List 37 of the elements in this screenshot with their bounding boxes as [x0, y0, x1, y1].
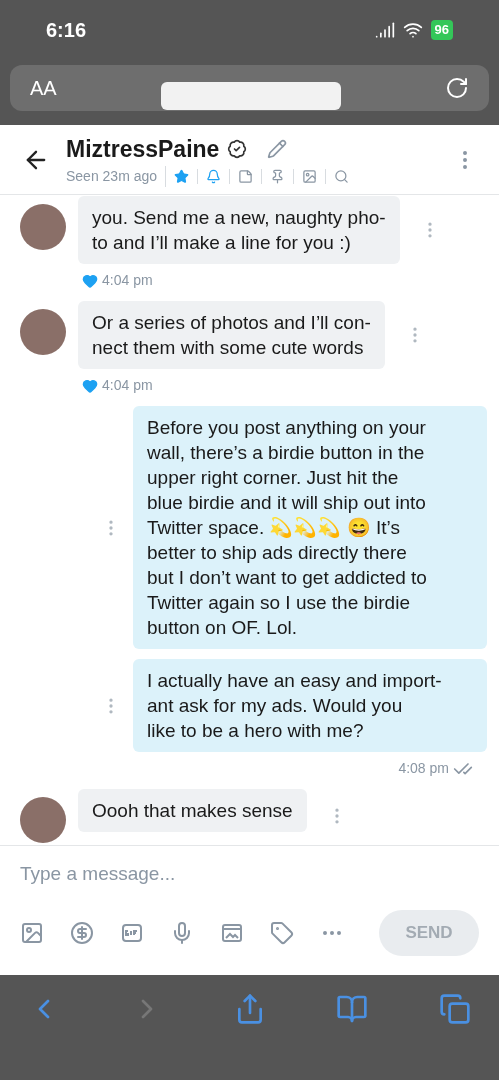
note-icon[interactable] [238, 169, 254, 185]
price-tag-icon[interactable] [270, 921, 294, 945]
heart-icon[interactable] [82, 377, 98, 394]
message-bubble: Oooh that makes sense [78, 789, 307, 832]
tabs-icon[interactable] [439, 993, 471, 1025]
message-bubble: Before you post anything on your wall, there’s a birdie button in the upper right corner. Just hit the blue birdie and it will ship out into Twitter space. 💫💫💫 😄 It’s better to ship ads directly there but I don’t want to get addicted to Twitter again so I use the birdie button on OF. Lol. [133, 406, 487, 649]
message-bubble: Or a series of photos and I’ll con- nect them with some cute words [78, 301, 385, 369]
message-time: 4:04 pm [102, 376, 153, 395]
heart-icon[interactable] [82, 272, 98, 289]
pencil-icon[interactable] [267, 139, 288, 159]
message-time: 4:04 pm [102, 271, 153, 290]
search-icon[interactable] [334, 169, 350, 185]
clock-time: 6:16 [46, 18, 87, 43]
image-calendar-icon[interactable] [220, 921, 244, 945]
reload-icon[interactable] [445, 76, 469, 100]
pin-icon[interactable] [270, 169, 286, 185]
message-bubble: you. Send me a new, naughty pho- to and I’ll make a line for you :) [78, 196, 400, 264]
dollar-icon[interactable] [70, 921, 94, 945]
address-bar[interactable]: AA [10, 65, 489, 111]
image-icon[interactable] [20, 921, 44, 945]
gif-icon[interactable] [120, 921, 144, 945]
message-bubble: I actually have an easy and import- ant ask for my ads. Would you like to be a hero with me? [133, 659, 487, 752]
signal-icon [374, 20, 395, 40]
wifi-icon [402, 20, 423, 40]
text-size-button[interactable]: AA [30, 73, 57, 103]
avatar-photo-placeholder[interactable] [20, 309, 66, 355]
avatar-photo-placeholder[interactable] [20, 797, 66, 843]
bell-icon[interactable] [206, 169, 222, 185]
message-time: 4:08 pm [398, 759, 449, 778]
last-seen-text: Seen 23m ago [66, 166, 167, 188]
contact-name[interactable]: MiztressPaine [66, 131, 220, 167]
bookmarks-icon[interactable] [336, 993, 369, 1025]
image-icon[interactable] [302, 169, 318, 185]
message-input[interactable]: Type a message... [20, 846, 479, 902]
battery-indicator: 96 [430, 20, 453, 40]
avatar-photo-placeholder[interactable] [20, 204, 66, 250]
star-icon[interactable] [174, 169, 190, 185]
